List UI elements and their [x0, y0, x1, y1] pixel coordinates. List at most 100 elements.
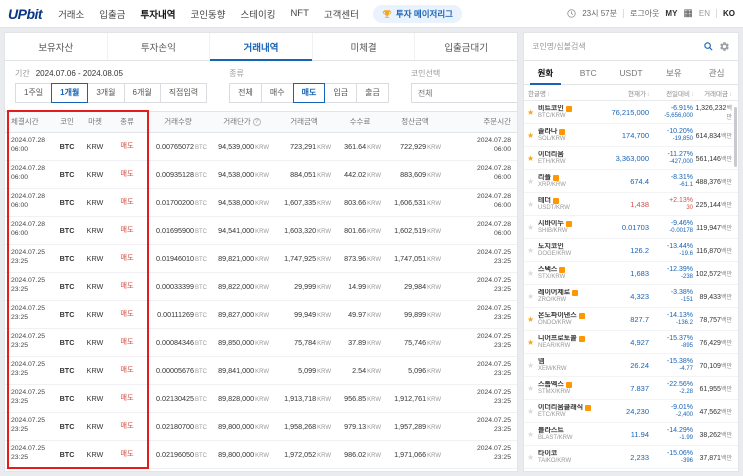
table-column-header[interactable]: 마켓?: [81, 112, 109, 133]
filter-option-button[interactable]: 전체: [229, 83, 262, 103]
sidebar-tab[interactable]: 보유: [652, 61, 695, 84]
table-column-header[interactable]: 수수료?: [335, 112, 385, 133]
coin-select-input[interactable]: [417, 88, 517, 98]
favorite-star-icon[interactable]: ★: [527, 246, 538, 255]
upbit-logo[interactable]: UPbit: [8, 6, 43, 22]
my-menu[interactable]: MY: [665, 9, 677, 18]
favorite-star-icon[interactable]: ★: [527, 223, 538, 232]
sidebar-sort-header[interactable]: 현재가↕: [600, 88, 650, 98]
page-tab[interactable]: 투자손익: [108, 33, 211, 60]
page-tab[interactable]: 입출금대기: [415, 33, 517, 60]
sidebar-tab[interactable]: BTC: [567, 61, 610, 84]
table-column-header[interactable]: 정산금액?: [385, 112, 445, 133]
nav-item[interactable]: NFT: [290, 8, 308, 19]
cell-exec-time: 2024.07.25 23:25: [5, 384, 53, 413]
favorite-star-icon[interactable]: ★: [527, 177, 538, 186]
page-tabs: 보유자산 투자손익 거래내역 미체결 입출금대기: [5, 33, 517, 61]
coin-row[interactable]: ★ 비트코인 BTC/KRW 76,215,000 -6.91% -5,656,0…: [524, 101, 738, 124]
scrollbar-thumb[interactable]: [734, 107, 737, 167]
help-icon[interactable]: ?: [252, 118, 261, 127]
table-column-header[interactable]: 코인?: [53, 112, 81, 133]
coin-row[interactable]: ★ 레이어제로 ZRO/KRW 4,323 -3.38% -151 89,433백…: [524, 285, 738, 308]
cell-order-time: 2024.07.25 23:25: [445, 328, 517, 357]
favorite-star-icon[interactable]: ★: [527, 407, 538, 416]
nav-item[interactable]: 거래소: [58, 7, 84, 21]
favorite-star-icon[interactable]: ★: [527, 361, 538, 370]
filter-option-button[interactable]: 매수: [260, 83, 294, 103]
sidebar-tab[interactable]: USDT: [610, 61, 653, 84]
coin-change: -15.38% -4.77: [666, 357, 693, 372]
nav-item[interactable]: 입출금: [99, 7, 125, 21]
coin-price: 1,438: [630, 199, 649, 209]
nav-item[interactable]: 투자내역: [141, 7, 176, 21]
lang-en-button[interactable]: EN: [699, 9, 710, 18]
filter-option-button[interactable]: 3개월: [87, 83, 125, 103]
nav-item[interactable]: 코인동향: [191, 7, 226, 21]
nav-item[interactable]: 스테이킹: [240, 7, 275, 21]
table-column-header[interactable]: 거래단가?: [211, 112, 273, 133]
favorite-star-icon[interactable]: ★: [527, 131, 538, 140]
favorite-star-icon[interactable]: ★: [527, 154, 538, 163]
apps-grid-icon[interactable]: ▦: [683, 8, 692, 19]
coin-search-input[interactable]: [532, 42, 698, 51]
coin-row[interactable]: ★ 시바이누 SHIB/KRW 0.01703 -9.46% -0.00178 1…: [524, 216, 738, 239]
sidebar-sort-header[interactable]: 한글명↕: [528, 88, 600, 98]
favorite-star-icon[interactable]: ★: [527, 384, 538, 393]
coin-select-group: 코인선택: [410, 68, 517, 103]
favorite-star-icon[interactable]: ★: [527, 338, 538, 347]
favorite-star-icon[interactable]: ★: [527, 108, 538, 117]
coin-pair: ONDO/KRW: [538, 319, 572, 326]
trade-row: 2024.07.25 23:25 BTC KRW 매도 0.00005676BTC…: [5, 356, 517, 385]
nav-item[interactable]: 고객센터: [324, 7, 359, 21]
coin-row[interactable]: ★ 솔라나 SOL/KRW 174,700 -10.20% -19,850 614…: [524, 124, 738, 147]
coin-row[interactable]: ★ 이더리움클래식 ETC/KRW 24,230 -9.01% -2,400 47…: [524, 400, 738, 423]
coin-row[interactable]: ★ 넴 XEM/KRW 26.24 -15.38% -4.77 70,109백만: [524, 354, 738, 377]
filter-option-button[interactable]: 6개월: [123, 83, 161, 103]
filter-option-button[interactable]: 1주일: [15, 83, 53, 103]
filter-option-button[interactable]: 입금: [324, 83, 358, 103]
coin-row[interactable]: ★ 테더 USDT/KRW 1,438 +2.13% 30 225,144백만: [524, 193, 738, 216]
table-column-header[interactable]: 주문시간?: [445, 112, 517, 133]
favorite-star-icon[interactable]: ★: [527, 200, 538, 209]
major-league-button[interactable]: 투자 메이저리그: [372, 4, 462, 23]
coin-row[interactable]: ★ 도지코인 DOGE/KRW 126.2 -13.44% -19.6 116,8…: [524, 239, 738, 262]
sidebar-sort-header[interactable]: 전일대비↕: [650, 88, 694, 98]
filter-option-button[interactable]: 출금: [356, 83, 389, 103]
table-column-header[interactable]: 거래금액?: [273, 112, 335, 133]
favorite-star-icon[interactable]: ★: [527, 292, 538, 301]
sidebar-sort-header[interactable]: 거래대금↕: [694, 88, 732, 98]
favorite-star-icon[interactable]: ★: [527, 269, 538, 278]
favorite-star-icon[interactable]: ★: [527, 453, 538, 462]
filter-option-button[interactable]: 직접입력: [159, 83, 208, 103]
coin-row[interactable]: ★ 온도파이낸스 ONDO/KRW 827.7 -14.13% -136.2 78…: [524, 308, 738, 331]
trade-row: 2024.07.25 23:25 BTC KRW 매도 0.00084346BTC…: [5, 328, 517, 357]
cell-order-time: 2024.07.28 06:00: [445, 132, 517, 161]
gear-icon[interactable]: [719, 41, 730, 52]
favorite-star-icon[interactable]: ★: [527, 315, 538, 324]
page-tab[interactable]: 거래내역: [210, 33, 313, 61]
filter-option-button[interactable]: 1개월: [51, 83, 89, 103]
coin-row[interactable]: ★ 니어프로토콜 NEAR/KRW 4,927 -15.37% -895 76,4…: [524, 331, 738, 354]
cell-fee: 49.97KRW: [335, 300, 385, 329]
coin-row[interactable]: ★ 블라스트 BLAST/KRW 11.94 -14.29% -1.99 38,2…: [524, 423, 738, 446]
coin-row[interactable]: ★ 이더리움 ETH/KRW 3,363,000 -11.27% -427,000…: [524, 147, 738, 170]
sidebar-tab[interactable]: 관심: [695, 61, 738, 84]
coin-volume: 47,562백만: [699, 408, 732, 416]
page-tab[interactable]: 미체결: [313, 33, 416, 60]
coin-row[interactable]: ★ 스톰엑스 STMX/KRW 7.837 -22.56% -2.28 61,95…: [524, 377, 738, 400]
sidebar-tab[interactable]: 원화: [524, 61, 567, 85]
cell-order-time: 2024.07.25 23:25: [445, 244, 517, 273]
coin-row[interactable]: ★ 리플 XRP/KRW 674.4 -8.31% -61.1 488,376백만: [524, 170, 738, 193]
search-icon[interactable]: [703, 41, 714, 52]
page-tab[interactable]: 보유자산: [5, 33, 108, 60]
table-column-header[interactable]: 체결시간?: [5, 112, 53, 133]
favorite-star-icon[interactable]: ★: [527, 430, 538, 439]
table-column-header[interactable]: 종류?: [109, 112, 145, 133]
coin-row[interactable]: ★ 타이코 TAIKO/KRW 2,233 -15.06% -396 37,871…: [524, 446, 738, 469]
lang-ko-button[interactable]: KO: [723, 9, 735, 18]
coin-row[interactable]: ★ 스택스 STX/KRW 1,683 -12.39% -238 102,572백…: [524, 262, 738, 285]
filter-option-button[interactable]: 매도: [292, 83, 326, 103]
cell-amount: 1,603,320KRW: [273, 216, 335, 245]
logout-button[interactable]: 로그아웃: [630, 8, 659, 19]
table-column-header[interactable]: 거래수량?: [145, 112, 211, 133]
